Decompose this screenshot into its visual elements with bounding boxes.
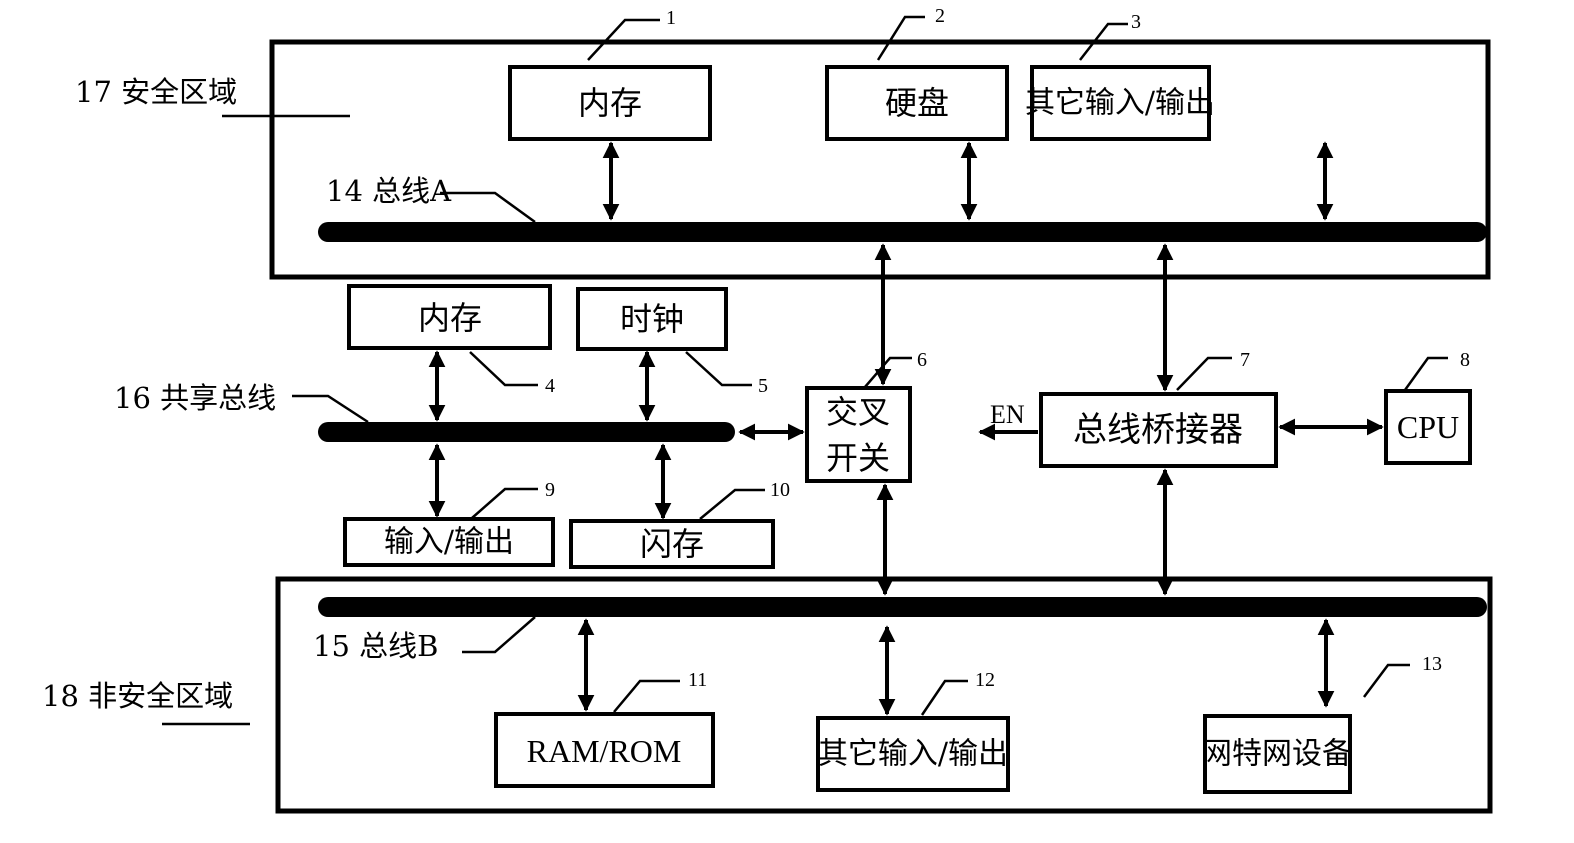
bus-b-leader: [462, 616, 536, 654]
svg-text:6: 6: [917, 349, 927, 371]
svg-text:9: 9: [545, 479, 555, 501]
svg-text:输入/输出: 输入/输出: [384, 525, 514, 560]
component-hard-disk: 硬盘 2: [825, 5, 1009, 141]
svg-text:RAM/ROM: RAM/ROM: [527, 733, 682, 769]
svg-text:7: 7: [1240, 349, 1250, 371]
svg-text:闪存: 闪存: [640, 525, 704, 563]
nonsecure-region-label: 18 非安全区域: [42, 679, 233, 713]
component-memory-shared: 内存 4: [347, 284, 555, 397]
svg-text:总线桥接器: 总线桥接器: [1073, 410, 1243, 450]
svg-text:11: 11: [688, 669, 707, 691]
svg-text:CPU: CPU: [1397, 409, 1459, 445]
svg-text:8: 8: [1460, 349, 1470, 371]
component-cpu: CPU 8: [1384, 349, 1472, 465]
component-internet-device: 网特网设备 13: [1202, 653, 1442, 794]
svg-text:4: 4: [545, 375, 555, 397]
component-crossbar-switch: 交叉 开关 6: [805, 349, 927, 483]
svg-text:网特网设备: 网特网设备: [1202, 737, 1352, 772]
bus-b-label: 15 总线B: [313, 629, 438, 663]
component-clock: 时钟 5: [576, 287, 768, 397]
en-signal-label: EN: [990, 400, 1025, 429]
svg-text:其它输入/输出: 其它输入/输出: [818, 737, 1008, 772]
svg-text:1: 1: [666, 7, 676, 29]
svg-text:内存: 内存: [578, 84, 642, 122]
bus-a-leader: [440, 191, 536, 224]
svg-text:时钟: 时钟: [620, 300, 684, 338]
svg-text:5: 5: [758, 375, 768, 397]
component-other-io-secure: 其它输入/输出 3: [1025, 11, 1215, 141]
bus-architecture-diagram: 17 安全区域 18 非安全区域 14 总线A 16 共享总线 15 总线B 内…: [42, 5, 1493, 814]
svg-text:13: 13: [1422, 653, 1442, 675]
svg-text:内存: 内存: [418, 299, 482, 337]
shared-bus-leader: [292, 394, 369, 424]
svg-text:12: 12: [975, 669, 995, 691]
svg-text:10: 10: [770, 479, 790, 501]
component-ram-rom: RAM/ROM 11: [494, 669, 715, 788]
svg-text:3: 3: [1131, 11, 1141, 33]
component-io-shared: 输入/输出 9: [343, 479, 555, 567]
svg-text:开关: 开关: [826, 439, 890, 477]
component-other-io-nonsecure: 其它输入/输出 12: [816, 669, 1010, 792]
bus-a-label: 14 总线A: [326, 174, 452, 208]
svg-text:硬盘: 硬盘: [885, 84, 949, 122]
component-flash: 闪存 10: [569, 479, 790, 569]
svg-text:其它输入/输出: 其它输入/输出: [1025, 86, 1215, 121]
secure-region-label: 17 安全区域: [75, 75, 237, 109]
svg-text:2: 2: [935, 5, 945, 27]
component-memory-secure: 内存 1: [508, 7, 712, 141]
svg-text:交叉: 交叉: [826, 393, 890, 431]
component-bus-bridge: 总线桥接器 7: [1039, 349, 1278, 468]
shared-bus-label: 16 共享总线: [114, 381, 276, 415]
